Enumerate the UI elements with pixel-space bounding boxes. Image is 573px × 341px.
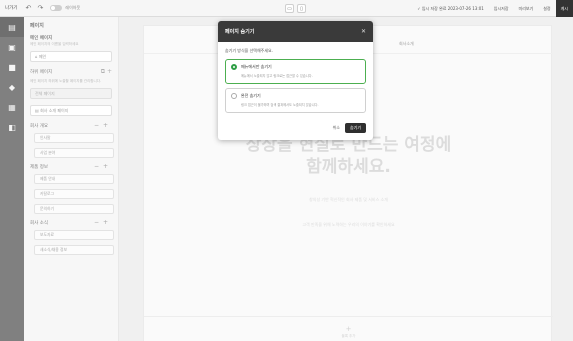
exit-button[interactable]: 나가기 [0, 0, 22, 17]
settings-button[interactable]: 설정 [538, 0, 555, 17]
monitor-icon[interactable]: ▭ [285, 4, 294, 13]
radio-unselected[interactable] [231, 93, 237, 99]
option-desc: 링크 접근이 불가하며 검색 결과에서도 노출되지 않습니다. [241, 103, 319, 107]
modal-title: 페이지 숨기기 [225, 29, 255, 35]
toggle-label: 레이아웃 [65, 5, 81, 10]
temp-save-button[interactable]: 임시저장 [489, 0, 514, 17]
preview-button[interactable]: 미리보기 [514, 0, 539, 17]
mobile-icon[interactable]: ▯ [297, 4, 306, 13]
cancel-button[interactable]: 취소 [333, 125, 340, 131]
option-title: 완전 숨기기 [241, 93, 261, 98]
close-icon[interactable]: ✕ [361, 28, 366, 35]
save-status: ✓ 임시 저장 완료 2023-07-26 13:01 [417, 5, 484, 11]
top-toolbar: 나가기 ↶ ↷ 레이아웃 ▭ ▯ ✓ 임시 저장 완료 2023-07-26 1… [0, 0, 573, 17]
modal-footer: 취소 숨기기 [333, 123, 366, 133]
option-hide-completely[interactable]: 완전 숨기기 링크 접근이 불가하며 검색 결과에서도 노출되지 않습니다. [225, 88, 366, 113]
modal-question: 숨기기 방식을 선택해주세요. [225, 48, 273, 53]
option-desc: 메뉴에서 노출되지 않고 링크로는 접근할 수 있습니다. [241, 74, 313, 78]
option-title: 메뉴에서만 숨기기 [241, 64, 272, 69]
radio-selected[interactable] [231, 64, 237, 70]
redo-icon[interactable]: ↷ [34, 0, 46, 17]
option-hide-from-menu[interactable]: 메뉴에서만 숨기기 메뉴에서 노출되지 않고 링크로는 접근할 수 있습니다. [225, 59, 366, 84]
modal-header: 페이지 숨기기 ✕ [218, 21, 373, 42]
device-switcher: ▭ ▯ [285, 4, 306, 13]
layout-toggle[interactable] [50, 5, 63, 11]
modal-body: 숨기기 방식을 선택해주세요. 메뉴에서만 숨기기 메뉴에서 노출되지 않고 링… [218, 42, 373, 113]
publish-button[interactable]: 게시 [555, 0, 573, 17]
toolbar-actions: ✓ 임시 저장 완료 2023-07-26 13:01 임시저장 미리보기 설정… [412, 0, 573, 17]
confirm-button[interactable]: 숨기기 [344, 123, 366, 133]
undo-icon[interactable]: ↶ [22, 0, 34, 17]
hide-page-modal: 페이지 숨기기 ✕ 숨기기 방식을 선택해주세요. 메뉴에서만 숨기기 메뉴에서… [218, 21, 373, 140]
